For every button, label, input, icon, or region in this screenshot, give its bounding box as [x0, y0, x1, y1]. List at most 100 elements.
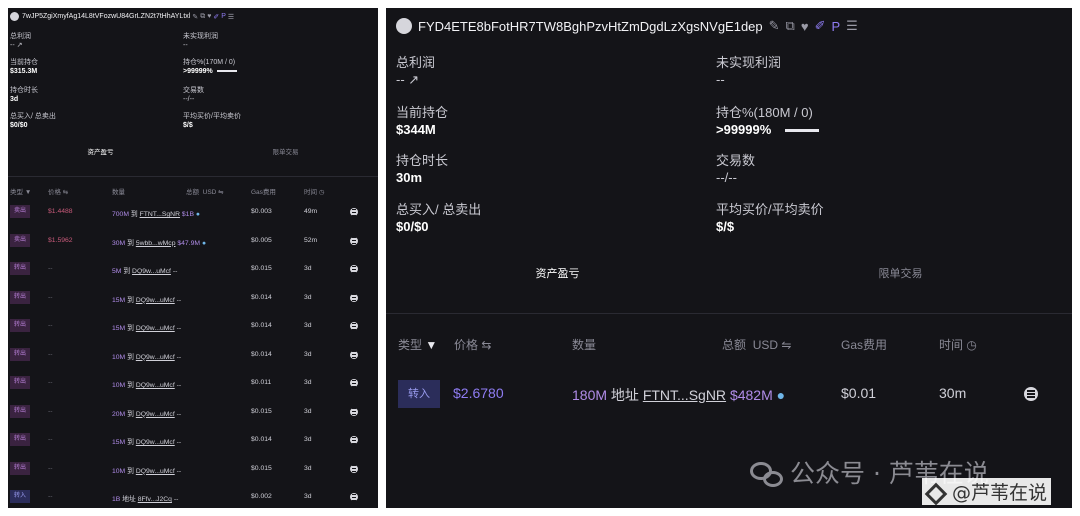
- wallet-address[interactable]: 7wJP5ZgiXmyfAg14L8tVFozwU84GrLZN2t7tHhAY…: [22, 13, 190, 20]
- row-menu-icon[interactable]: [1024, 387, 1038, 401]
- counterparty-link[interactable]: DQ9w...uMcf: [132, 268, 171, 275]
- stat-label: 未实现利润: [183, 33, 218, 40]
- tab-limit-orders[interactable]: 限单交易: [193, 146, 378, 156]
- counterparty-link[interactable]: DQ9w...uMcf: [136, 468, 175, 475]
- table-row[interactable]: 转出 -- 15M 到 DQ9w...uMcf -- $0.014 3d: [8, 432, 378, 448]
- stat-value: >99999%: [716, 121, 820, 138]
- type-badge: 卖出: [10, 205, 30, 218]
- stat-label: 持仓%(180M / 0): [716, 105, 813, 120]
- row-price: $1.5962: [48, 236, 73, 244]
- globe-icon: ●: [201, 239, 207, 247]
- external-link-icon[interactable]: ↗: [408, 72, 419, 87]
- counterparty-link[interactable]: 8Ffv...J2Cq: [138, 496, 172, 503]
- counterparty-link[interactable]: DQ9w...uMcf: [136, 325, 175, 332]
- filter-icon[interactable]: ▼: [25, 189, 31, 196]
- table-row[interactable]: 卖出 $1.5962 30M 到 5wbb...wMcp $47.9M ● $0.00…: [8, 233, 378, 249]
- table-row[interactable]: 转入 -- 1B 地址 8Ffv...J2Cq -- $0.002 3d: [8, 489, 378, 505]
- wechat-icon: [750, 462, 784, 488]
- counterparty-link[interactable]: DQ9w...uMcf: [136, 354, 175, 361]
- wallet-header: 7wJP5ZgiXmyfAg14L8tVFozwU84GrLZN2t7tHhAY…: [10, 12, 234, 21]
- edit-icon[interactable]: ✎: [769, 18, 780, 34]
- filter-icon[interactable]: ▼: [425, 338, 437, 352]
- copy-icon[interactable]: ⧉: [200, 13, 205, 21]
- avatar: [396, 18, 412, 34]
- stat-label: 交易数: [716, 153, 756, 168]
- toggle-currency-icon: ⇋: [781, 338, 792, 352]
- table-row[interactable]: 转出 -- 10M 到 DQ9w...uMcf -- $0.014 3d: [8, 347, 378, 363]
- type-badge: 转出: [10, 262, 30, 275]
- stat-label: 当前持仓: [10, 59, 38, 66]
- col-price[interactable]: 价格 ⇆: [48, 186, 68, 196]
- tab-asset-pnl[interactable]: 资产盈亏: [386, 265, 729, 281]
- menu-icon[interactable]: ☰: [228, 13, 234, 21]
- counterparty-link[interactable]: DQ9w...uMcf: [136, 382, 175, 389]
- external-link-icon[interactable]: ↗: [17, 42, 23, 49]
- type-badge: 转出: [10, 347, 30, 361]
- counterparty-link[interactable]: 5wbb...wMcp: [136, 240, 176, 247]
- table-row[interactable]: 转出 -- 5M 到 DQ9w...uMcf -- $0.015 3d: [8, 261, 378, 277]
- wallet-address[interactable]: FYD4ETE8bFotHR7TW8BghPzvHtZmDgdLzXgsNVgE…: [418, 19, 763, 34]
- row-price: --: [48, 350, 53, 358]
- tab-limit-orders[interactable]: 限单交易: [729, 265, 1072, 281]
- pen-icon[interactable]: ✐: [213, 13, 219, 21]
- col-time[interactable]: 时间 ◷: [304, 186, 324, 196]
- counterparty-link[interactable]: DQ9w...uMcf: [136, 411, 175, 418]
- col-total[interactable]: 总额 USD ⇋: [722, 336, 791, 353]
- stat-hold-pct: 持仓%(170M / 0) >99999%: [183, 58, 237, 76]
- table-row[interactable]: 转出 -- 15M 到 DQ9w...uMcf -- $0.014 3d: [8, 318, 378, 334]
- col-time[interactable]: 时间 ◷: [939, 336, 977, 353]
- table-row[interactable]: 转出 -- 10M 到 DQ9w...uMcf -- $0.015 3d: [8, 461, 378, 477]
- stat-value: $/$: [183, 122, 193, 129]
- pen-icon[interactable]: ✐: [815, 18, 826, 34]
- col-price[interactable]: 价格 ⇆: [454, 336, 491, 353]
- menu-icon[interactable]: ☰: [846, 18, 858, 34]
- col-type[interactable]: 类型 ▼: [10, 186, 31, 196]
- diamond-logo-icon: [924, 482, 948, 505]
- row-menu-icon[interactable]: [350, 407, 358, 416]
- stat-avg-price: 平均买价/平均卖价 $/$: [183, 112, 241, 130]
- tab-asset-pnl[interactable]: 资产盈亏: [8, 146, 193, 156]
- row-menu-icon[interactable]: [350, 322, 358, 330]
- row-menu-icon[interactable]: [350, 208, 358, 216]
- heart-icon[interactable]: ♥: [801, 19, 809, 34]
- row-menu-icon[interactable]: [350, 464, 358, 473]
- row-gas: $0.003: [251, 208, 272, 215]
- table-row[interactable]: 转入 $2.6780 180M 地址 FTNT...SgNR $482M ● $…: [386, 380, 1072, 408]
- row-menu-icon[interactable]: [350, 265, 358, 273]
- row-total: --: [176, 296, 182, 304]
- left-wallet-panel: 7wJP5ZgiXmyfAg14L8tVFozwU84GrLZN2t7tHhAY…: [8, 8, 378, 508]
- row-price: $1.4488: [48, 208, 73, 215]
- row-price: --: [48, 322, 53, 329]
- row-price: --: [48, 293, 53, 301]
- row-time: 3d: [304, 350, 312, 358]
- row-menu-icon[interactable]: [350, 379, 358, 387]
- stat-value: --: [183, 42, 188, 49]
- counterparty-link[interactable]: FTNT...SgNR: [140, 211, 180, 218]
- counterparty-link[interactable]: DQ9w...uMcf: [136, 439, 175, 446]
- edit-icon[interactable]: ✎: [192, 13, 198, 21]
- copy-icon[interactable]: ⧉: [786, 18, 795, 34]
- row-menu-icon[interactable]: [350, 436, 358, 444]
- col-total[interactable]: 总额 USD ⇋: [186, 186, 224, 196]
- table-row[interactable]: 转出 -- 20M 到 DQ9w...uMcf -- $0.015 3d: [8, 404, 378, 420]
- stat-value: -- ↗: [396, 72, 420, 87]
- row-time: 3d: [304, 322, 312, 329]
- row-menu-icon[interactable]: [350, 350, 358, 359]
- table-row[interactable]: 转出 -- 15M 到 DQ9w...uMcf -- $0.014 3d: [8, 290, 378, 306]
- stat-label: 总买入/ 总卖出: [396, 202, 482, 217]
- stat-label: 交易数: [183, 87, 204, 94]
- row-menu-icon[interactable]: [350, 493, 358, 501]
- row-menu-icon[interactable]: [350, 236, 358, 245]
- heart-icon[interactable]: ♥: [207, 13, 211, 20]
- type-badge: 卖出: [10, 233, 30, 247]
- counterparty-link[interactable]: DQ9w...uMcf: [136, 297, 175, 304]
- col-type[interactable]: 类型 ▼: [398, 336, 437, 353]
- table-row[interactable]: 卖出 $1.4488 700M 到 FTNT...SgNR $1B ● $0.003 4…: [8, 204, 378, 220]
- row-menu-icon[interactable]: [350, 293, 358, 302]
- counterparty-link[interactable]: FTNT...SgNR: [643, 387, 726, 403]
- col-qty: 数量: [572, 338, 597, 352]
- p-badge-icon[interactable]: P: [221, 13, 226, 20]
- table-row[interactable]: 转出 -- 10M 到 DQ9w...uMcf -- $0.011 3d: [8, 375, 378, 391]
- stat-label: 持仓时长: [396, 153, 449, 168]
- p-badge-icon[interactable]: P: [831, 19, 840, 34]
